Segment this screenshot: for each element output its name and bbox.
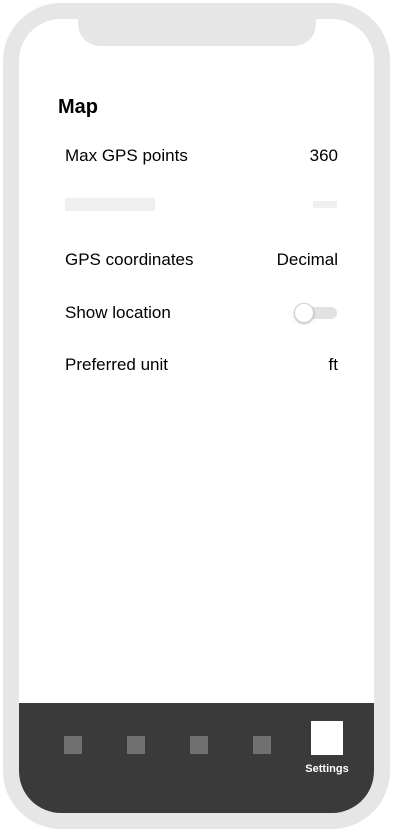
tab-settings[interactable]: Settings [293, 703, 353, 793]
tab-2[interactable] [109, 703, 169, 793]
tab-label: Settings [305, 763, 349, 775]
setting-gps-coordinates[interactable]: GPS coordinates Decimal [65, 248, 338, 272]
setting-value: Decimal [276, 250, 338, 269]
section-title: Map [58, 96, 98, 118]
setting-value: ft [328, 355, 338, 374]
setting-label: GPS coordinates [65, 250, 194, 269]
tab-3[interactable] [172, 703, 232, 793]
placeholder-label-bar [65, 198, 155, 211]
square-icon [127, 736, 145, 754]
toggle-knob [294, 303, 314, 323]
setting-max-gps-points[interactable]: Max GPS points 360 [65, 144, 338, 168]
square-icon [311, 721, 343, 755]
setting-label: Max GPS points [65, 146, 188, 165]
placeholder-value-bar [313, 201, 337, 208]
phone-frame: Map Max GPS points 360 GPS coordinates D… [3, 3, 390, 829]
placeholder-row [65, 198, 338, 211]
setting-label: Preferred unit [65, 355, 168, 374]
tab-1[interactable] [46, 703, 106, 793]
show-location-toggle[interactable] [294, 303, 338, 323]
square-icon [190, 736, 208, 754]
notch [78, 19, 316, 46]
square-icon [253, 736, 271, 754]
bottom-tab-bar: Settings [19, 703, 374, 813]
setting-show-location: Show location [65, 301, 338, 325]
setting-value: 360 [309, 146, 338, 165]
square-icon [64, 736, 82, 754]
tab-4[interactable] [235, 703, 295, 793]
setting-label: Show location [65, 303, 171, 322]
setting-preferred-unit[interactable]: Preferred unit ft [65, 353, 338, 377]
